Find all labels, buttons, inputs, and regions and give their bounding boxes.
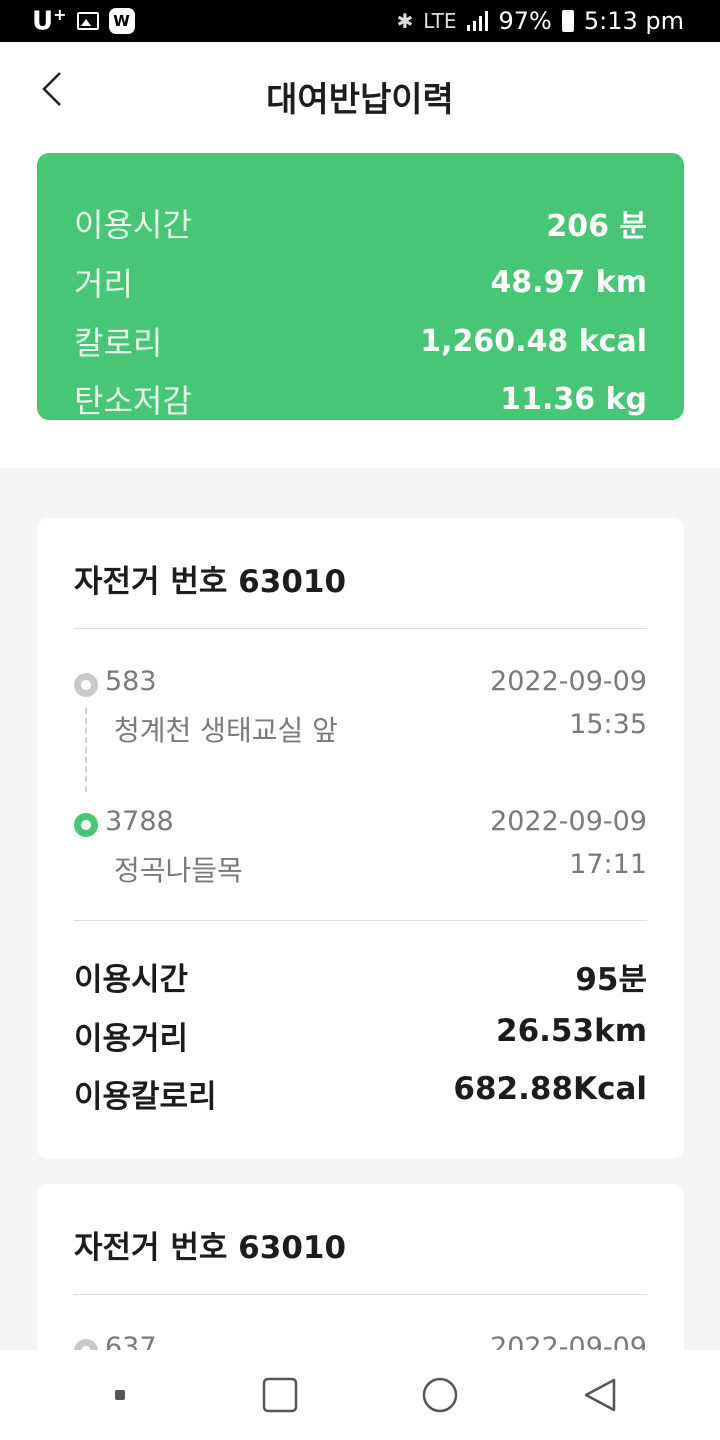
end-station-number: 3788 <box>105 806 174 837</box>
divider <box>74 1294 647 1295</box>
usage-summary-panel: 이용시간 206 분 거리 48.97 km 칼로리 1,260.48 kcal… <box>37 153 684 420</box>
end-time: 17:11 <box>569 849 647 880</box>
gallery-icon <box>76 12 99 30</box>
clock: 5:13 pm <box>583 7 684 35</box>
stat-row-usage-distance: 이용거리 26.53km <box>74 1013 647 1057</box>
end-station-name: 정곡나들목 <box>114 854 243 887</box>
status-bar: U+ W ✱ LTE 97% 5:13 pm <box>0 0 720 42</box>
summary-row-distance: 거리 48.97 km <box>74 264 647 304</box>
rental-history-card[interactable]: 자전거 번호 63010 583 청계천 생태교실 앞 2022-09-09 1… <box>37 518 684 1159</box>
start-date: 2022-09-09 <box>490 666 647 697</box>
summary-row-time: 이용시간 206 분 <box>74 206 647 244</box>
header-section: 대여반납이력 이용시간 206 분 거리 48.97 km 칼로리 1,260.… <box>0 42 720 468</box>
summary-row-carbon: 탄소저감 11.36 kg <box>74 381 647 421</box>
route-line <box>85 708 87 792</box>
bike-number-title: 자전거 번호 63010 <box>74 1230 347 1266</box>
start-station-name: 청계천 생태교실 앞 <box>114 714 338 747</box>
page-title: 대여반납이력 <box>266 80 454 120</box>
start-time: 15:35 <box>569 709 647 740</box>
square-icon <box>262 1377 298 1413</box>
stat-row-usage-time: 이용시간 95분 <box>74 962 647 998</box>
start-station-number: 583 <box>105 666 157 697</box>
bike-number-title: 자전거 번호 63010 <box>74 564 347 600</box>
stat-row-usage-calories: 이용칼로리 682.88Kcal <box>74 1071 647 1115</box>
carrier-label: U+ <box>32 5 67 37</box>
circle-icon <box>422 1377 458 1413</box>
divider <box>74 920 647 921</box>
system-back-button[interactable] <box>570 1365 630 1425</box>
bluetooth-icon: ✱ <box>396 9 414 33</box>
lte-label: LTE <box>423 9 457 33</box>
start-point-icon <box>74 673 98 697</box>
battery-icon <box>561 10 574 32</box>
triangle-back-icon <box>584 1378 616 1412</box>
battery-percent: 97% <box>498 7 552 35</box>
overview-button[interactable] <box>250 1365 310 1425</box>
end-point-icon <box>74 813 98 837</box>
signal-icon <box>466 11 488 31</box>
recent-apps-button[interactable] <box>90 1365 150 1425</box>
end-date: 2022-09-09 <box>490 806 647 837</box>
dot-icon <box>115 1390 125 1400</box>
summary-row-calories: 칼로리 1,260.48 kcal <box>74 323 647 363</box>
divider <box>74 628 647 629</box>
w-app-icon: W <box>108 8 135 34</box>
home-button[interactable] <box>410 1365 470 1425</box>
system-nav-bar <box>0 1350 720 1440</box>
